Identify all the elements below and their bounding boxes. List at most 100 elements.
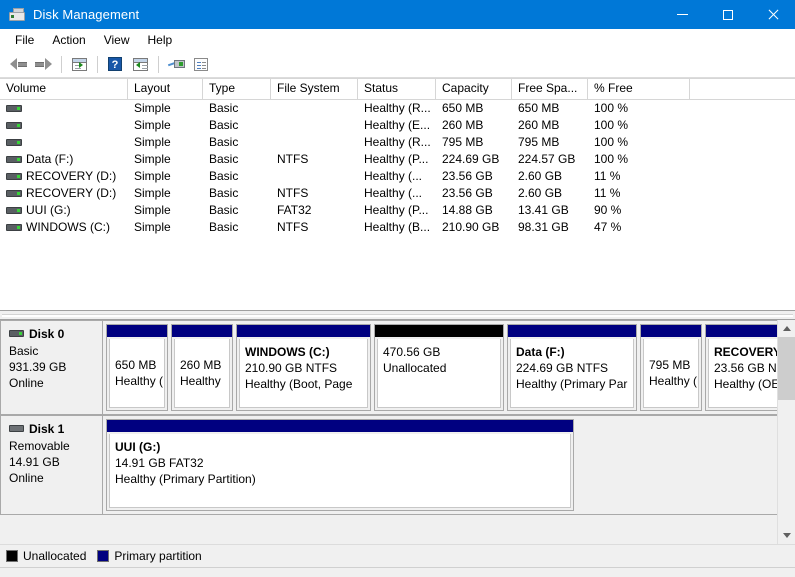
cell-capacity: 210.90 GB bbox=[436, 219, 512, 236]
cell-volume: RECOVERY (D:) bbox=[0, 168, 128, 185]
partition-status: Healthy ( bbox=[115, 373, 159, 389]
cell-type: Basic bbox=[203, 151, 271, 168]
column-header-capacity[interactable]: Capacity bbox=[436, 79, 512, 99]
column-header-status[interactable]: Status bbox=[358, 79, 436, 99]
title-bar[interactable]: Disk Management bbox=[0, 0, 795, 29]
column-header-type[interactable]: Type bbox=[203, 79, 271, 99]
partition-block[interactable]: 650 MBHealthy ( bbox=[106, 324, 168, 411]
cell-file-system: NTFS bbox=[271, 151, 358, 168]
scrollbar-track[interactable] bbox=[778, 337, 795, 527]
menu-item-view[interactable]: View bbox=[95, 30, 139, 50]
column-header-free-spa[interactable]: Free Spa... bbox=[512, 79, 588, 99]
cell-capacity: 260 MB bbox=[436, 117, 512, 134]
cell-percent-free: 100 % bbox=[588, 134, 690, 151]
menu-item-file[interactable]: File bbox=[6, 30, 43, 50]
cell-type: Basic bbox=[203, 202, 271, 219]
cell-free-space: 2.60 GB bbox=[512, 168, 588, 185]
cell-status: Healthy (P... bbox=[358, 202, 436, 219]
cell-percent-free: 100 % bbox=[588, 117, 690, 134]
cell-capacity: 14.88 GB bbox=[436, 202, 512, 219]
cell-file-system: NTFS bbox=[271, 219, 358, 236]
table-row[interactable]: Data (F:)SimpleBasicNTFSHealthy (P...224… bbox=[0, 151, 795, 168]
forward-button[interactable] bbox=[31, 53, 55, 75]
column-header-volume[interactable]: Volume bbox=[0, 79, 128, 99]
partition-block[interactable]: 795 MBHealthy (F bbox=[640, 324, 702, 411]
partition-size: 210.90 GB NTFS bbox=[245, 360, 362, 376]
volume-label: Data (F:) bbox=[26, 151, 73, 168]
disk-status: Online bbox=[9, 470, 102, 486]
table-row[interactable]: WINDOWS (C:)SimpleBasicNTFSHealthy (B...… bbox=[0, 219, 795, 236]
help-button[interactable]: ? bbox=[103, 53, 127, 75]
cell-file-system: NTFS bbox=[271, 185, 358, 202]
partition-details: 260 MBHealthy bbox=[174, 339, 230, 408]
cell-percent-free: 100 % bbox=[588, 151, 690, 168]
disk-info-panel[interactable]: Disk 1Removable14.91 GBOnline bbox=[0, 415, 103, 515]
volume-cell: WINDOWS (C:) bbox=[6, 219, 128, 236]
table-row[interactable]: SimpleBasicHealthy (R...795 MB795 MB100 … bbox=[0, 134, 795, 151]
rescan-disks-button[interactable] bbox=[164, 53, 188, 75]
disk-type: Basic bbox=[9, 343, 102, 359]
menu-item-action[interactable]: Action bbox=[43, 30, 94, 50]
table-row[interactable]: RECOVERY (D:)SimpleBasicHealthy (...23.5… bbox=[0, 168, 795, 185]
volume-list-rows: SimpleBasicHealthy (R...650 MB650 MB100 … bbox=[0, 100, 795, 236]
close-icon bbox=[767, 9, 779, 21]
partition-block[interactable]: 260 MBHealthy bbox=[171, 324, 233, 411]
partition-block[interactable]: 470.56 GBUnallocated bbox=[374, 324, 504, 411]
volume-list-header: VolumeLayoutTypeFile SystemStatusCapacit… bbox=[0, 78, 795, 100]
partition-status: Healthy bbox=[180, 373, 224, 389]
table-row[interactable]: RECOVERY (D:)SimpleBasicNTFSHealthy (...… bbox=[0, 185, 795, 202]
volume-drive-icon bbox=[6, 222, 22, 233]
scroll-up-button[interactable] bbox=[778, 320, 795, 337]
disk-size: 931.39 GB bbox=[9, 359, 102, 375]
disks-container: Disk 0Basic931.39 GBOnline650 MBHealthy … bbox=[0, 320, 795, 515]
partition-color-bar bbox=[641, 325, 701, 337]
primary-partition-swatch-icon bbox=[97, 550, 109, 562]
show-hide-action-pane-button[interactable] bbox=[128, 53, 152, 75]
partition-size: 470.56 GB bbox=[383, 344, 495, 360]
volume-drive-icon bbox=[6, 154, 22, 165]
scroll-down-button[interactable] bbox=[778, 527, 795, 544]
graphical-view-scrollbar[interactable] bbox=[777, 320, 795, 544]
cell-free-space: 2.60 GB bbox=[512, 185, 588, 202]
volume-cell: RECOVERY (D:) bbox=[6, 168, 128, 185]
partition-name: UUI (G:) bbox=[115, 439, 565, 455]
cell-status: Healthy (P... bbox=[358, 151, 436, 168]
show-hide-console-tree-button[interactable] bbox=[67, 53, 91, 75]
table-row[interactable]: SimpleBasicHealthy (R...650 MB650 MB100 … bbox=[0, 100, 795, 117]
partition-size: 795 MB bbox=[649, 357, 693, 373]
cell-layout: Simple bbox=[128, 117, 203, 134]
rescan-disks-icon bbox=[168, 58, 185, 70]
partition-size: 14.91 GB FAT32 bbox=[115, 455, 565, 471]
close-button[interactable] bbox=[750, 0, 795, 29]
partition-block[interactable]: WINDOWS (C:)210.90 GB NTFSHealthy (Boot,… bbox=[236, 324, 371, 411]
partitions-container: 650 MBHealthy (260 MBHealthyWINDOWS (C:)… bbox=[103, 320, 795, 415]
cell-percent-free: 90 % bbox=[588, 202, 690, 219]
menu-item-help[interactable]: Help bbox=[139, 30, 182, 50]
back-button[interactable] bbox=[6, 53, 30, 75]
column-header--free[interactable]: % Free bbox=[588, 79, 690, 99]
cell-volume bbox=[0, 103, 128, 114]
table-row[interactable]: SimpleBasicHealthy (E...260 MB260 MB100 … bbox=[0, 117, 795, 134]
table-row[interactable]: UUI (G:)SimpleBasicFAT32Healthy (P...14.… bbox=[0, 202, 795, 219]
column-header-file-system[interactable]: File System bbox=[271, 79, 358, 99]
scrollbar-thumb[interactable] bbox=[778, 337, 795, 400]
cell-type: Basic bbox=[203, 168, 271, 185]
partition-block[interactable]: UUI (G:)14.91 GB FAT32Healthy (Primary P… bbox=[106, 419, 574, 511]
cell-layout: Simple bbox=[128, 100, 203, 117]
column-header-layout[interactable]: Layout bbox=[128, 79, 203, 99]
cell-type: Basic bbox=[203, 134, 271, 151]
maximize-button[interactable] bbox=[705, 0, 750, 29]
volume-label: RECOVERY (D:) bbox=[26, 185, 116, 202]
volume-label: UUI (G:) bbox=[26, 202, 71, 219]
cell-capacity: 23.56 GB bbox=[436, 168, 512, 185]
window-controls bbox=[660, 0, 795, 29]
partition-block[interactable]: Data (F:)224.69 GB NTFSHealthy (Primary … bbox=[507, 324, 637, 411]
properties-button[interactable] bbox=[189, 53, 213, 75]
help-icon: ? bbox=[108, 57, 122, 71]
pane-splitter[interactable] bbox=[0, 310, 795, 320]
partition-name: Data (F:) bbox=[516, 344, 628, 360]
cell-volume bbox=[0, 120, 128, 131]
disk-info-panel[interactable]: Disk 0Basic931.39 GBOnline bbox=[0, 320, 103, 415]
partition-size: 650 MB bbox=[115, 357, 159, 373]
minimize-button[interactable] bbox=[660, 0, 705, 29]
